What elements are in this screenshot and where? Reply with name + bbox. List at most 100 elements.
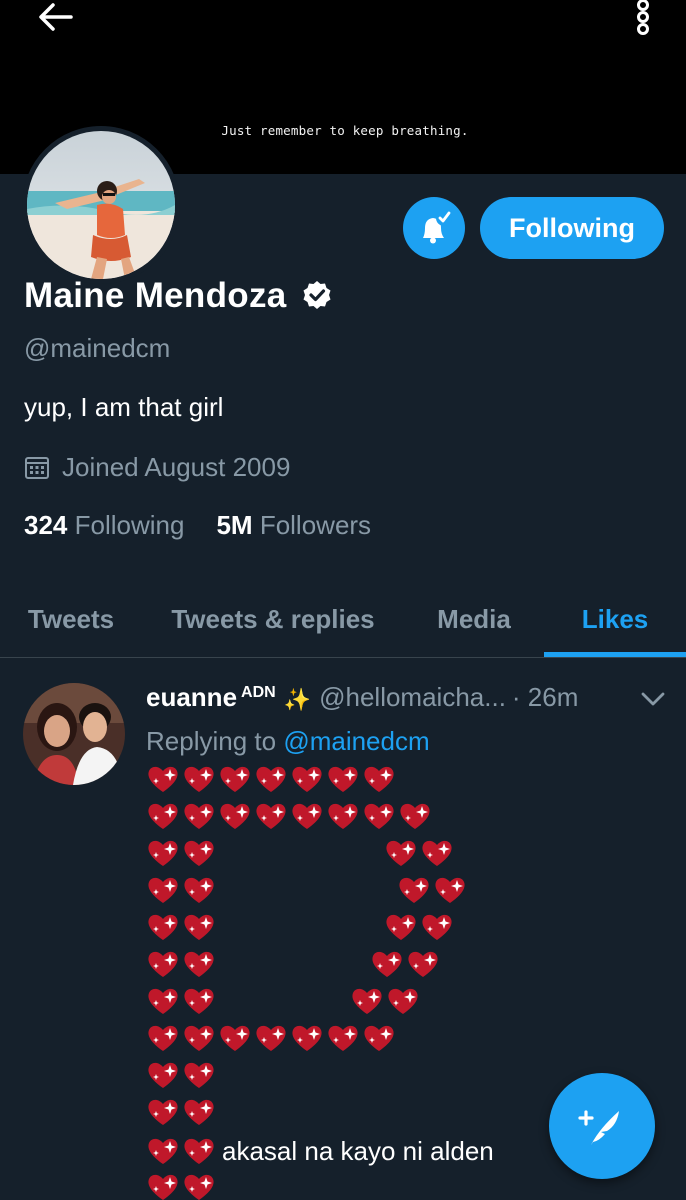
emoji-art-row — [146, 912, 218, 942]
sparkling-heart-icon — [182, 1060, 218, 1090]
more-options-button[interactable] — [628, 0, 658, 40]
profile-bio: yup, I am that girl — [24, 392, 224, 422]
sparkling-heart-icon — [254, 764, 290, 794]
sparkling-heart-icon — [254, 801, 290, 831]
sparkling-heart-icon — [146, 838, 182, 868]
sparkling-heart-icon — [290, 1023, 326, 1053]
more-vertical-icon — [637, 0, 649, 35]
sparkling-heart-icon — [182, 1172, 218, 1200]
tweet-caption: akasal na kayo ni alden — [222, 1136, 494, 1166]
sparkling-heart-icon — [146, 801, 182, 831]
sparkling-heart-icon — [326, 1023, 362, 1053]
compose-tweet-button[interactable] — [549, 1073, 655, 1179]
emoji-art-row — [146, 986, 218, 1016]
sparkling-heart-icon — [182, 1023, 218, 1053]
sparkling-heart-icon — [384, 838, 420, 868]
emoji-art-row — [384, 912, 456, 942]
following-label: Following — [74, 510, 185, 540]
sparkling-heart-icon — [290, 801, 326, 831]
display-name: Maine Mendoza — [24, 276, 287, 315]
sparkling-heart-icon — [362, 764, 398, 794]
sparkling-heart-icon — [182, 801, 218, 831]
author-photo — [23, 683, 125, 785]
sparkling-heart-icon — [350, 986, 386, 1016]
tweet-author-avatar[interactable] — [23, 683, 125, 785]
tweet-author-name[interactable]: euanne — [146, 682, 237, 713]
tab-likes[interactable]: Likes — [544, 580, 686, 658]
tab-tweets[interactable]: Tweets — [0, 580, 142, 658]
sparkling-heart-icon — [398, 801, 434, 831]
sparkling-heart-icon — [146, 1097, 182, 1127]
emoji-art-row — [370, 949, 442, 979]
sparkling-heart-icon — [182, 764, 218, 794]
profile-avatar[interactable] — [22, 126, 180, 284]
followers-stat[interactable]: 5M Followers — [216, 510, 371, 541]
tweet-menu-button[interactable] — [640, 690, 666, 713]
sparkles-emoji: ✨ — [283, 687, 312, 712]
sparkling-heart-icon — [182, 912, 218, 942]
profile-name-row: Maine Mendoza — [24, 276, 333, 316]
emoji-art-row — [397, 875, 469, 905]
joined-text: Joined August 2009 — [62, 452, 291, 482]
following-stat[interactable]: 324 Following — [24, 510, 184, 541]
tab-tweets-replies[interactable]: Tweets & replies — [142, 580, 404, 658]
sparkling-heart-icon — [420, 838, 456, 868]
emoji-art-row — [146, 875, 218, 905]
back-button[interactable] — [30, 0, 80, 34]
compose-feather-icon — [578, 1110, 619, 1145]
verified-badge-icon — [301, 279, 333, 316]
active-tab-indicator — [544, 652, 686, 657]
profile-handle: @mainedcm — [24, 333, 171, 363]
sparkling-heart-icon — [146, 912, 182, 942]
sparkling-heart-icon — [362, 1023, 398, 1053]
sparkling-heart-icon — [218, 1023, 254, 1053]
following-count: 324 — [24, 510, 68, 540]
sparkling-heart-icon — [370, 949, 406, 979]
sparkling-heart-icon — [146, 875, 182, 905]
sparkling-heart-icon — [218, 764, 254, 794]
sparkling-heart-icon — [420, 912, 456, 942]
replying-to-line: Replying to @mainedcm — [146, 726, 430, 757]
replying-prefix: Replying to — [146, 726, 277, 756]
emoji-art-row — [146, 1023, 398, 1053]
emoji-art-row — [146, 949, 218, 979]
sparkling-heart-icon — [218, 801, 254, 831]
emoji-art-row — [146, 1136, 218, 1166]
sparkling-heart-icon — [146, 1023, 182, 1053]
emoji-art-row — [384, 838, 456, 868]
tweet-author-handle[interactable]: @hellomaicha... — [319, 682, 506, 713]
replying-mention-link[interactable]: @mainedcm — [283, 726, 429, 756]
follow-stats: 324 Following 5M Followers — [24, 510, 371, 541]
sparkling-heart-icon — [182, 875, 218, 905]
profile-photo — [27, 131, 175, 279]
sparkling-heart-icon — [182, 986, 218, 1016]
bell-check-icon — [423, 210, 452, 244]
sparkling-heart-icon — [146, 1136, 182, 1166]
emoji-art-row — [146, 838, 218, 868]
emoji-art-row — [350, 986, 422, 1016]
sparkling-heart-icon — [146, 1060, 182, 1090]
back-arrow-icon — [39, 3, 73, 31]
sparkling-heart-icon — [146, 986, 182, 1016]
following-button[interactable]: Following — [480, 197, 664, 259]
followers-label: Followers — [259, 510, 372, 540]
emoji-art-row — [146, 1060, 218, 1090]
author-badge-text: ADN — [241, 684, 276, 701]
sparkling-heart-icon — [254, 1023, 290, 1053]
emoji-art-row — [146, 801, 434, 831]
chevron-down-icon — [641, 692, 665, 706]
profile-tabs: Tweets Tweets & replies Media Likes — [0, 580, 686, 658]
notifications-button[interactable] — [403, 197, 465, 259]
sparkling-heart-icon — [146, 1172, 182, 1200]
sparkling-heart-icon — [406, 949, 442, 979]
sparkling-heart-icon — [182, 1136, 218, 1166]
sparkling-heart-icon — [182, 1097, 218, 1127]
sparkling-heart-icon — [290, 764, 326, 794]
joined-date: Joined August 2009 — [24, 452, 290, 483]
sparkling-heart-icon — [397, 875, 433, 905]
sparkling-heart-icon — [384, 912, 420, 942]
tab-media[interactable]: Media — [404, 580, 544, 658]
sparkling-heart-icon — [326, 764, 362, 794]
emoji-art-row — [146, 1172, 218, 1200]
sparkling-heart-icon — [326, 801, 362, 831]
